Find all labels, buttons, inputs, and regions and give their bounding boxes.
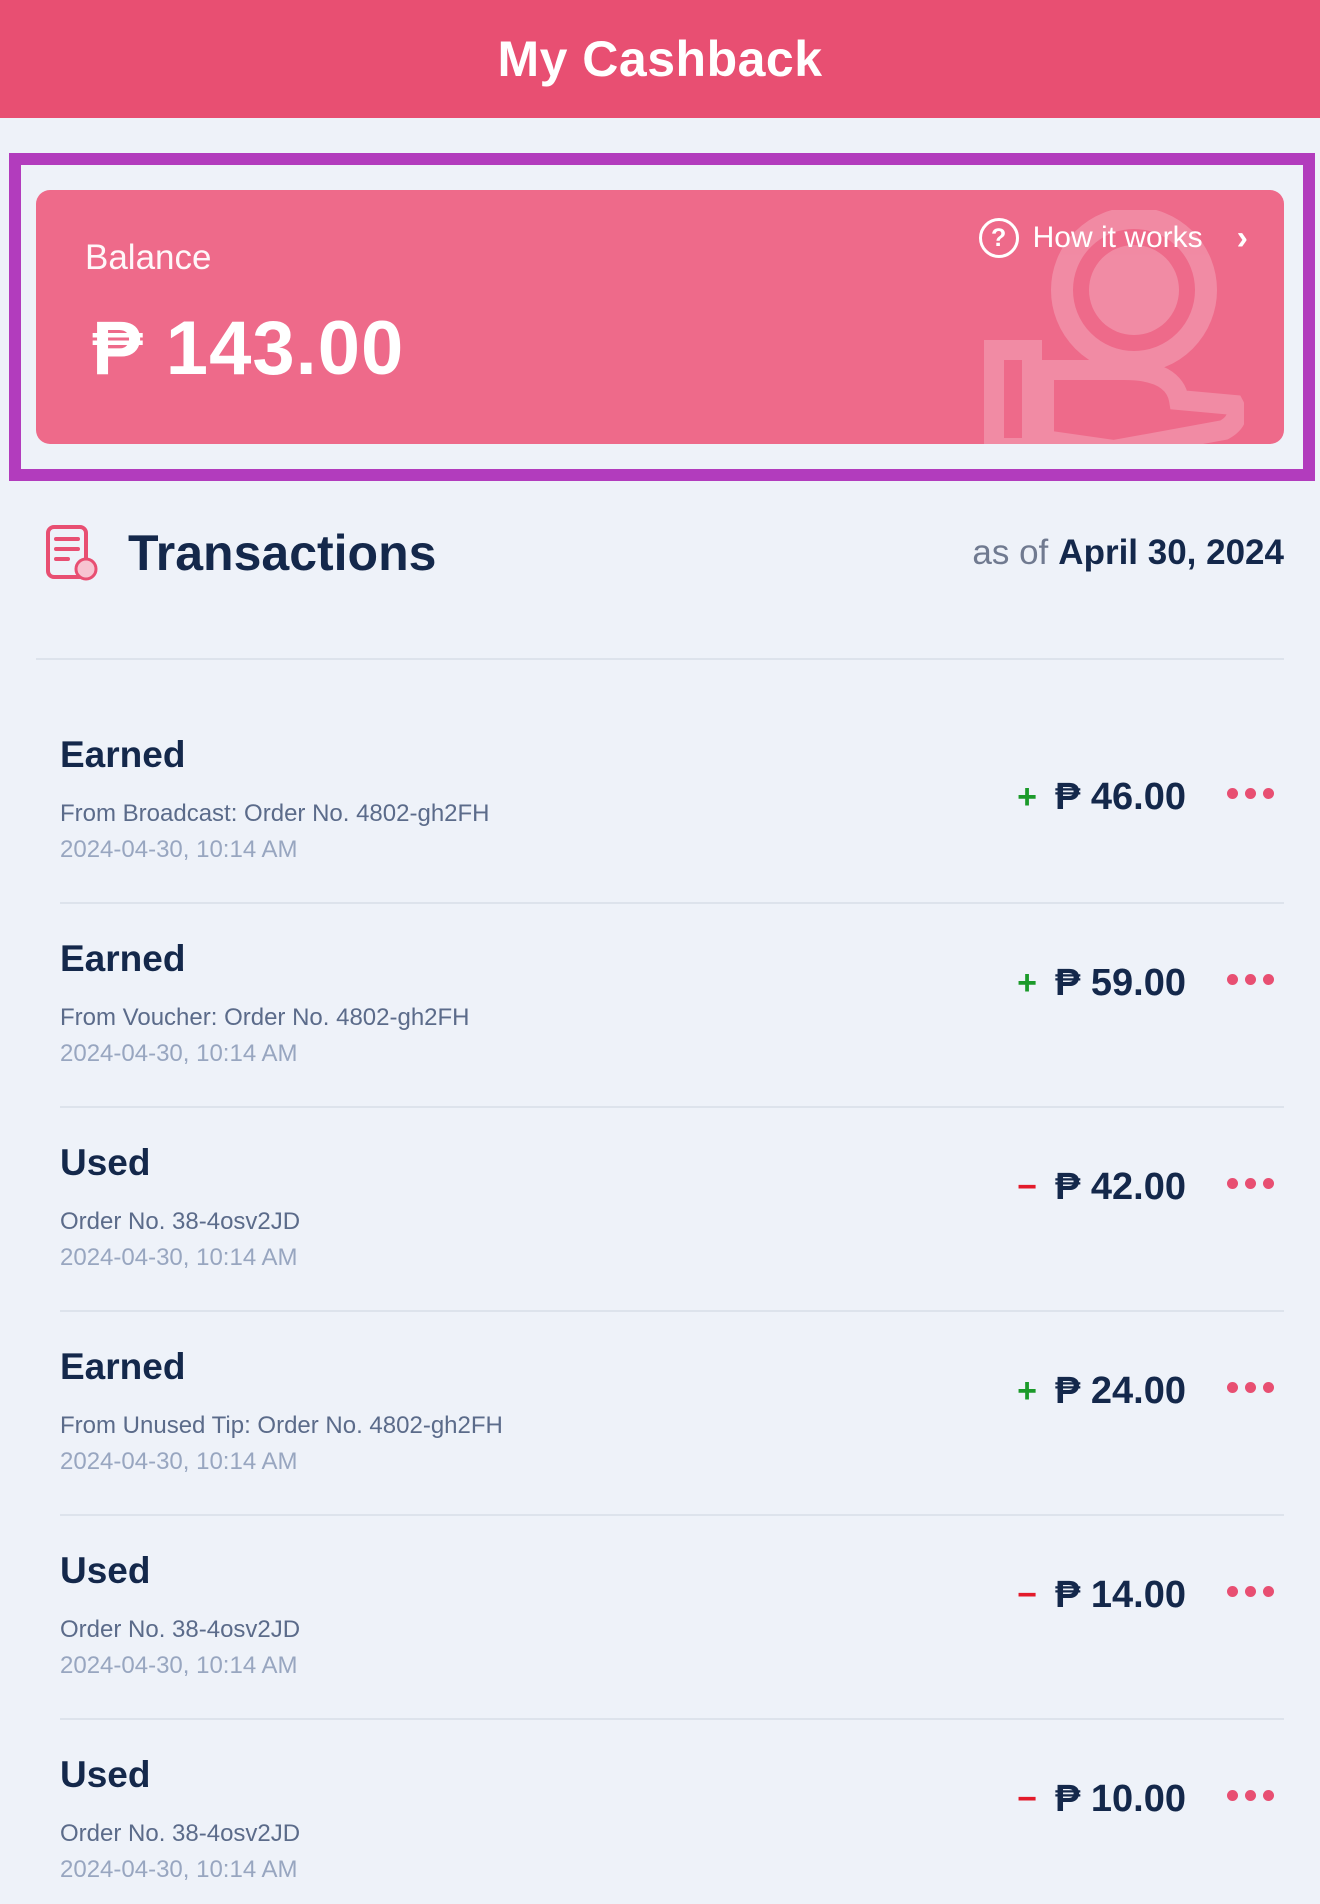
as-of-label: as of bbox=[972, 533, 1049, 572]
more-options-button[interactable] bbox=[1227, 788, 1274, 799]
transaction-timestamp: 2024-04-30, 10:14 AM bbox=[60, 1040, 298, 1067]
how-it-works-label: How it works bbox=[1032, 221, 1203, 254]
receipt-icon bbox=[46, 525, 98, 581]
transaction-timestamp: 2024-04-30, 10:14 AM bbox=[60, 1448, 298, 1475]
as-of-date: April 30, 2024 bbox=[1058, 533, 1284, 572]
amount-value: ₱ 10.00 bbox=[1055, 1778, 1186, 1820]
transaction-type: Used bbox=[60, 1550, 151, 1591]
more-options-button[interactable] bbox=[1227, 974, 1274, 985]
chevron-right-icon: › bbox=[1236, 218, 1248, 257]
more-options-button[interactable] bbox=[1227, 1382, 1274, 1393]
transaction-timestamp: 2024-04-30, 10:14 AM bbox=[60, 836, 298, 863]
transaction-row: Earned From Voucher: Order No. 4802-gh2F… bbox=[60, 904, 1284, 1108]
amount-value: ₱ 46.00 bbox=[1055, 776, 1186, 818]
transaction-amount: − ₱ 14.00 bbox=[1017, 1574, 1186, 1617]
transaction-type: Earned bbox=[60, 938, 186, 979]
transaction-description: From Unused Tip: Order No. 4802-gh2FH bbox=[60, 1412, 503, 1439]
balance-label: Balance bbox=[85, 238, 212, 277]
amount-value: ₱ 14.00 bbox=[1055, 1574, 1186, 1616]
transaction-row: Used Order No. 38-4osv2JD 2024-04-30, 10… bbox=[60, 1108, 1284, 1312]
transaction-row: Earned From Broadcast: Order No. 4802-gh… bbox=[60, 700, 1284, 904]
more-options-button[interactable] bbox=[1227, 1178, 1274, 1189]
transactions-title: Transactions bbox=[128, 525, 437, 581]
transaction-description: Order No. 38-4osv2JD bbox=[60, 1208, 301, 1235]
app-header: My Cashback bbox=[0, 0, 1320, 118]
transaction-timestamp: 2024-04-30, 10:14 AM bbox=[60, 1856, 298, 1883]
how-it-works-link[interactable]: ? How it works › bbox=[978, 218, 1248, 258]
more-options-button[interactable] bbox=[1227, 1586, 1274, 1597]
transaction-row: Earned From Unused Tip: Order No. 4802-g… bbox=[60, 1312, 1284, 1516]
minus-icon: − bbox=[1017, 1576, 1037, 1614]
amount-value: ₱ 24.00 bbox=[1055, 1370, 1186, 1412]
transaction-amount: − ₱ 42.00 bbox=[1017, 1166, 1186, 1209]
plus-icon: + bbox=[1017, 1372, 1037, 1410]
transaction-amount: + ₱ 46.00 bbox=[1017, 776, 1186, 819]
transaction-type: Used bbox=[60, 1754, 151, 1795]
transaction-list: Earned From Broadcast: Order No. 4802-gh… bbox=[60, 700, 1284, 1904]
transaction-amount: + ₱ 24.00 bbox=[1017, 1370, 1186, 1413]
transaction-description: From Broadcast: Order No. 4802-gh2FH bbox=[60, 800, 490, 827]
transaction-row: Used Order No. 38-4osv2JD 2024-04-30, 10… bbox=[60, 1720, 1284, 1904]
minus-icon: − bbox=[1017, 1780, 1037, 1818]
page-title: My Cashback bbox=[497, 31, 823, 87]
transaction-row: Used Order No. 38-4osv2JD 2024-04-30, 10… bbox=[60, 1516, 1284, 1720]
plus-icon: + bbox=[1017, 964, 1037, 1002]
transactions-header: Transactions as of April 30, 2024 bbox=[36, 508, 1284, 598]
transaction-description: From Voucher: Order No. 4802-gh2FH bbox=[60, 1004, 470, 1031]
balance-amount: ₱ 143.00 bbox=[92, 306, 405, 391]
more-options-button[interactable] bbox=[1227, 1790, 1274, 1801]
transaction-timestamp: 2024-04-30, 10:14 AM bbox=[60, 1244, 298, 1271]
transaction-type: Earned bbox=[60, 734, 186, 775]
transaction-amount: + ₱ 59.00 bbox=[1017, 962, 1186, 1005]
transaction-amount: − ₱ 10.00 bbox=[1017, 1778, 1186, 1821]
amount-value: ₱ 42.00 bbox=[1055, 1166, 1186, 1208]
transaction-description: Order No. 38-4osv2JD bbox=[60, 1820, 301, 1847]
transaction-description: Order No. 38-4osv2JD bbox=[60, 1616, 301, 1643]
transaction-timestamp: 2024-04-30, 10:14 AM bbox=[60, 1652, 298, 1679]
plus-icon: + bbox=[1017, 778, 1037, 816]
divider bbox=[36, 658, 1284, 660]
transaction-type: Used bbox=[60, 1142, 151, 1183]
transaction-type: Earned bbox=[60, 1346, 186, 1387]
balance-card: Balance ₱ 143.00 ? How it works › bbox=[36, 190, 1284, 444]
minus-icon: − bbox=[1017, 1168, 1037, 1206]
amount-value: ₱ 59.00 bbox=[1055, 962, 1186, 1004]
question-circle-icon: ? bbox=[978, 218, 1019, 258]
